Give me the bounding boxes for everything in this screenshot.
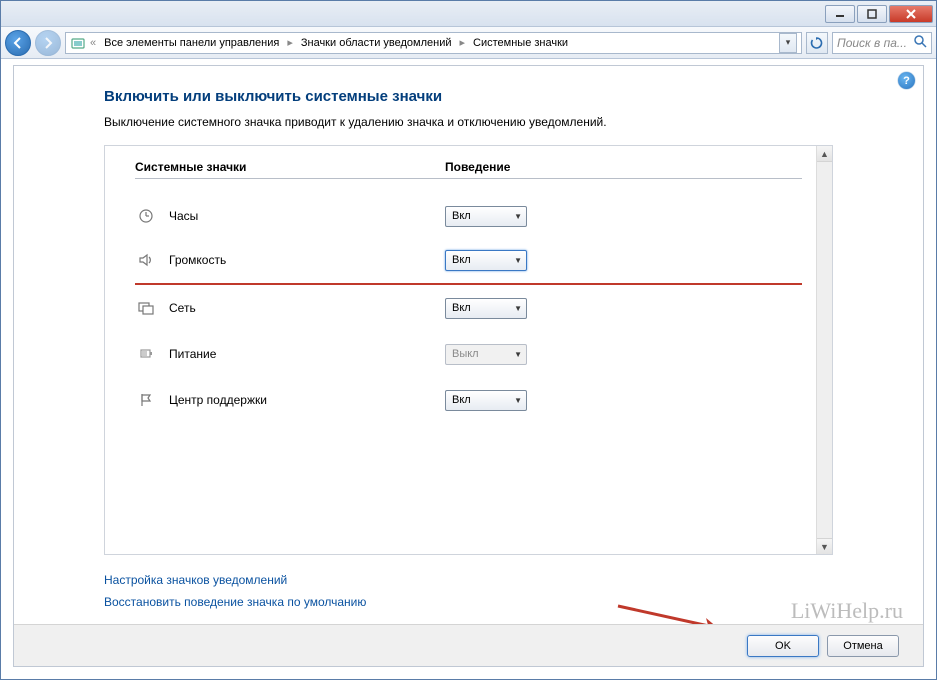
scroll-up-icon[interactable]: ▲: [817, 146, 832, 162]
dropdown-value: Выкл: [452, 348, 479, 360]
minimize-button[interactable]: [825, 5, 855, 23]
button-bar: OK Отмена: [14, 624, 923, 666]
flag-icon: [135, 392, 157, 408]
breadcrumb-segment[interactable]: Системные значки: [469, 37, 572, 49]
chevron-down-icon: ▼: [514, 212, 522, 221]
page-description: Выключение системного значка приводит к …: [104, 115, 833, 129]
chevron-down-icon: ▼: [514, 350, 522, 359]
main-panel: ? Включить или выключить системные значк…: [13, 65, 924, 667]
chevron-down-icon: ▼: [514, 396, 522, 405]
network-icon: [135, 300, 157, 316]
behavior-dropdown[interactable]: Вкл ▼: [445, 298, 527, 319]
search-icon: [914, 35, 927, 51]
cancel-button[interactable]: Отмена: [827, 635, 899, 657]
maximize-button[interactable]: [857, 5, 887, 23]
volume-icon: [135, 252, 157, 268]
chevron-down-icon: ▼: [514, 304, 522, 313]
links-area: Настройка значков уведомлений Восстанови…: [104, 569, 833, 613]
scrollbar[interactable]: ▲ ▼: [816, 146, 832, 554]
arrow-right-icon: [41, 36, 55, 50]
setting-label: Питание: [169, 347, 445, 361]
chevron-right-icon: ▸: [458, 36, 468, 49]
content-area: Включить или выключить системные значки …: [14, 66, 923, 613]
breadcrumb[interactable]: « Все элементы панели управления ▸ Значк…: [65, 32, 802, 54]
refresh-icon: [810, 36, 824, 50]
col-system-icons: Системные значки: [135, 160, 445, 174]
chevron-right-icon: «: [88, 37, 98, 49]
breadcrumb-segment[interactable]: Все элементы панели управления: [100, 37, 283, 49]
dropdown-value: Вкл: [452, 254, 471, 266]
clock-icon: [135, 208, 157, 224]
help-icon[interactable]: ?: [898, 72, 915, 89]
search-input[interactable]: Поиск в па...: [832, 32, 932, 54]
setting-row-clock: Часы Вкл ▼: [135, 193, 802, 239]
forward-button[interactable]: [35, 30, 61, 56]
behavior-dropdown[interactable]: Вкл ▼: [445, 206, 527, 227]
setting-label: Часы: [169, 209, 445, 223]
behavior-dropdown[interactable]: Вкл ▼: [445, 250, 527, 271]
ok-button[interactable]: OK: [747, 635, 819, 657]
scroll-down-icon[interactable]: ▼: [817, 538, 832, 554]
page-title: Включить или выключить системные значки: [104, 88, 833, 105]
link-configure-icons[interactable]: Настройка значков уведомлений: [104, 573, 287, 587]
close-button[interactable]: [889, 5, 933, 23]
setting-row-network: Сеть Вкл ▼: [135, 285, 802, 331]
setting-row-flag: Центр поддержки Вкл ▼: [135, 377, 802, 423]
power-icon: [135, 346, 157, 362]
behavior-dropdown: Выкл ▼: [445, 344, 527, 365]
search-placeholder: Поиск в па...: [837, 36, 907, 50]
dropdown-value: Вкл: [452, 394, 471, 406]
link-restore-defaults[interactable]: Восстановить поведение значка по умолчан…: [104, 595, 366, 609]
setting-row-volume: Громкость Вкл ▼: [135, 239, 802, 285]
dropdown-value: Вкл: [452, 302, 471, 314]
behavior-dropdown[interactable]: Вкл ▼: [445, 390, 527, 411]
chevron-right-icon: ▸: [285, 36, 295, 49]
window-titlebar: [1, 1, 936, 27]
setting-row-power: Питание Выкл ▼: [135, 331, 802, 377]
settings-list: ▲ ▼ Системные значки Поведение ЧасыВкл▼Г…: [104, 145, 833, 555]
breadcrumb-dropdown[interactable]: ▾: [779, 33, 797, 53]
setting-label: Центр поддержки: [169, 393, 445, 407]
control-panel-icon: [70, 35, 86, 51]
breadcrumb-segment[interactable]: Значки области уведомлений: [297, 37, 456, 49]
navigation-bar: « Все элементы панели управления ▸ Значк…: [1, 27, 936, 59]
chevron-down-icon: ▼: [514, 256, 522, 265]
setting-label: Сеть: [169, 301, 445, 315]
dropdown-value: Вкл: [452, 210, 471, 222]
column-headers: Системные значки Поведение: [135, 160, 802, 179]
setting-label: Громкость: [169, 253, 445, 267]
arrow-left-icon: [11, 36, 25, 50]
col-behavior: Поведение: [445, 160, 510, 174]
back-button[interactable]: [5, 30, 31, 56]
refresh-button[interactable]: [806, 32, 828, 54]
